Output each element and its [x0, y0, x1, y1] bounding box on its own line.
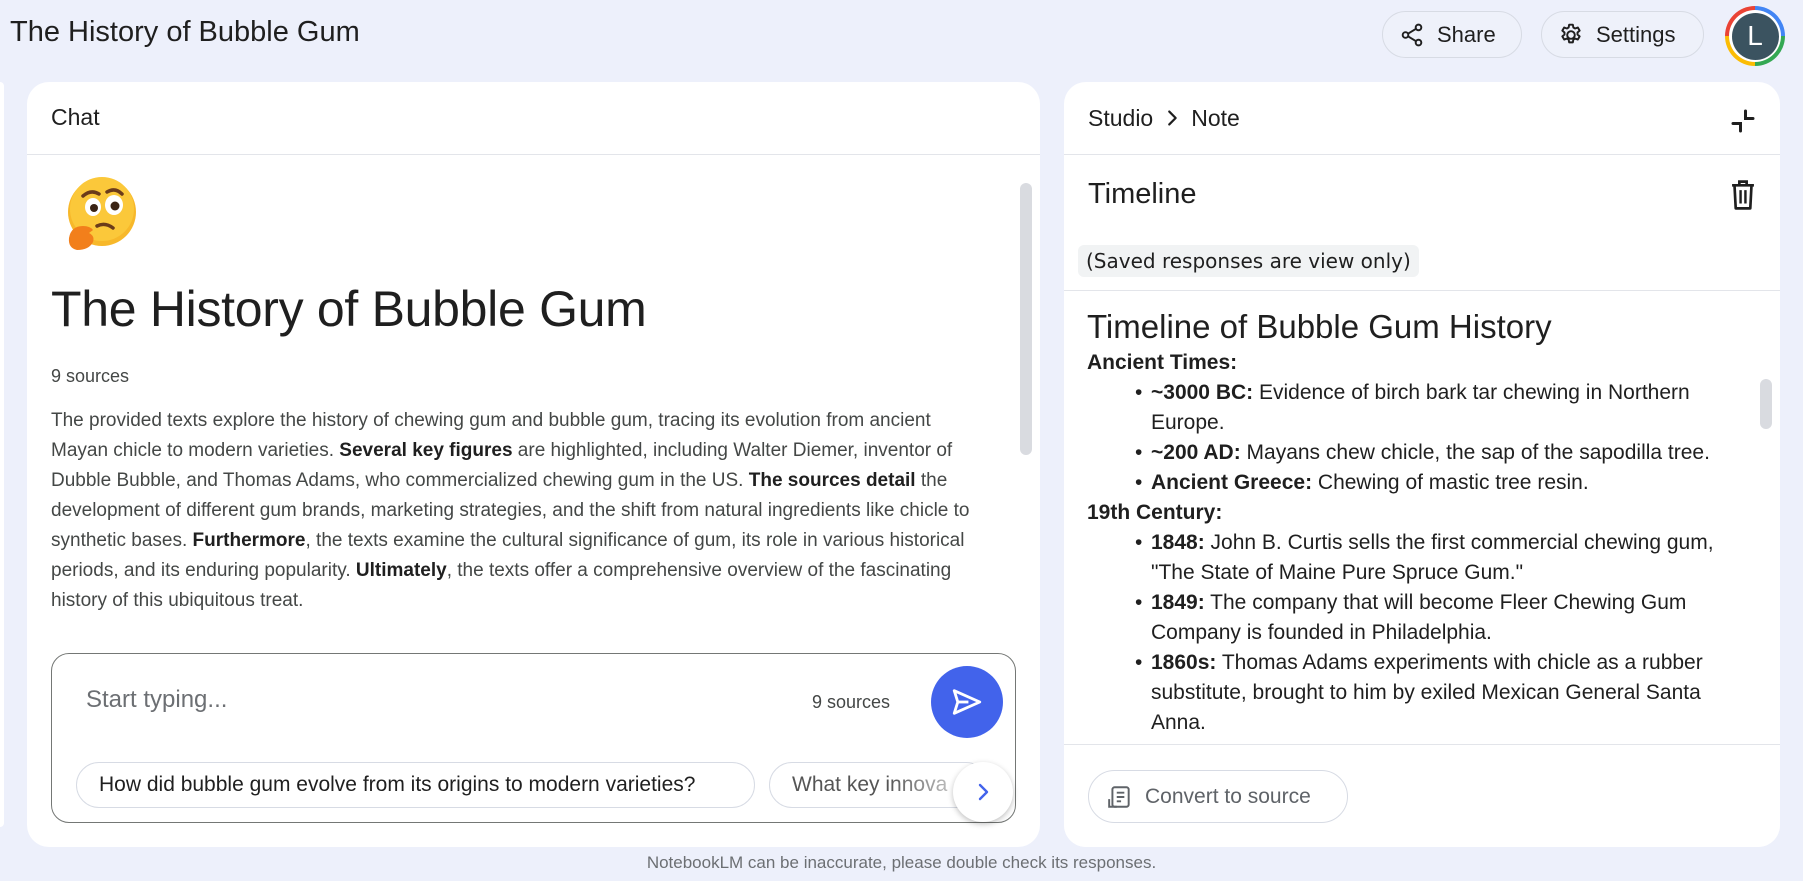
timeline-event: ~200 AD: Mayans chew chicle, the sap of …	[1135, 438, 1747, 468]
source-count: 9 sources	[51, 366, 130, 386]
chat-scroll-area: The History of Bubble Gum 9 sources The …	[27, 156, 1040, 716]
note-heading: Timeline of Bubble Gum History	[1087, 308, 1552, 345]
convert-label: Convert to source	[1145, 784, 1311, 808]
view-only-notice: (Saved responses are view only)	[1078, 245, 1419, 277]
note-convert-icon	[1108, 785, 1130, 808]
settings-label: Settings	[1596, 21, 1676, 47]
account-avatar-button[interactable]: L	[1725, 6, 1785, 66]
notebook-title: The History of Bubble Gum	[51, 281, 647, 337]
collapse-icon[interactable]	[1728, 106, 1758, 136]
share-icon	[1401, 23, 1423, 46]
sources-panel-edge	[0, 82, 4, 827]
trash-icon[interactable]	[1728, 178, 1758, 212]
note-scrollbar[interactable]	[1760, 379, 1772, 429]
event-date: 1848:	[1151, 531, 1205, 554]
timeline-period: Ancient Times:	[1087, 351, 1238, 374]
studio-breadcrumb: Studio Note	[1064, 82, 1780, 155]
gear-icon	[1561, 23, 1581, 43]
chat-panel: Chat The History of Bubble Gum 9 sources…	[27, 82, 1040, 847]
event-date: 1860s:	[1151, 651, 1217, 674]
composer-source-count: 9 sources	[812, 692, 891, 712]
breadcrumb-studio[interactable]: Studio	[1088, 105, 1153, 132]
event-description: Thomas Adams experiments with chicle as …	[1151, 651, 1703, 734]
convert-to-source-button[interactable]: Convert to source	[1088, 770, 1348, 823]
event-date: 1849:	[1151, 591, 1205, 614]
summary-emphasis: The sources detail	[748, 470, 916, 491]
thinking-face-emoji	[68, 177, 136, 250]
timeline-event: ~3000 BC: Evidence of birch bark tar che…	[1135, 378, 1747, 438]
breadcrumb-note: Note	[1191, 104, 1240, 131]
notebook-summary: The provided texts explore the history o…	[51, 406, 991, 616]
timeline-events: ~3000 BC: Evidence of birch bark tar che…	[1135, 378, 1747, 498]
settings-button[interactable]: Settings	[1541, 11, 1704, 58]
timeline-event: Ancient Greece: Chewing of mastic tree r…	[1135, 468, 1747, 498]
note-divider	[1064, 290, 1780, 291]
suggestion-chip[interactable]: How did bubble gum evolve from its origi…	[76, 762, 755, 808]
timeline-event: 1848: John B. Curtis sells the first com…	[1135, 528, 1747, 588]
timeline-events: 1848: John B. Curtis sells the first com…	[1135, 528, 1747, 738]
event-description: The company that will become Fleer Chewi…	[1151, 591, 1687, 644]
note-title: Timeline	[1088, 178, 1197, 210]
chevron-right-icon	[978, 783, 989, 801]
studio-footer: Convert to source	[1064, 744, 1780, 847]
chat-input[interactable]	[86, 686, 686, 714]
timeline-event: 1849: The company that will become Fleer…	[1135, 588, 1747, 648]
disclaimer: NotebookLM can be inaccurate, please dou…	[646, 853, 1157, 872]
note-content: Timeline of Bubble Gum History Ancient T…	[1064, 292, 1780, 744]
app-title: The History of Bubble Gum	[10, 16, 360, 48]
share-button[interactable]: Share	[1382, 11, 1522, 58]
chat-scrollbar[interactable]	[1020, 183, 1032, 455]
send-button[interactable]	[931, 666, 1003, 738]
timeline-list: Ancient Times: ~3000 BC: Evidence of birc…	[1087, 348, 1747, 738]
share-label: Share	[1437, 21, 1496, 47]
event-description: Mayans chew chicle, the sap of the sapod…	[1240, 441, 1710, 464]
chevron-right-icon	[1168, 110, 1177, 126]
event-date: Ancient Greece:	[1151, 471, 1313, 494]
timeline-period: 19th Century:	[1087, 501, 1223, 524]
summary-emphasis: Furthermore	[192, 530, 306, 551]
summary-emphasis: Ultimately	[355, 560, 447, 581]
avatar: L	[1731, 12, 1779, 60]
event-date: ~200 AD:	[1151, 441, 1241, 464]
timeline-event: 1860s: Thomas Adams experiments with chi…	[1135, 648, 1747, 738]
chat-composer: 9 sources How did bubble gum evolve from…	[51, 653, 1016, 823]
chat-header: Chat	[27, 82, 1040, 155]
event-date: ~3000 BC:	[1151, 381, 1254, 404]
send-icon	[952, 689, 982, 715]
suggestions-next-button[interactable]	[953, 762, 1013, 822]
studio-panel: Studio Note Timeline (Saved responses ar…	[1064, 82, 1780, 847]
event-description: Chewing of mastic tree resin.	[1312, 471, 1589, 494]
avatar-ring-inner: L	[1729, 10, 1781, 62]
summary-emphasis: Several key figures	[339, 440, 513, 461]
event-description: John B. Curtis sells the first commercia…	[1151, 531, 1714, 584]
